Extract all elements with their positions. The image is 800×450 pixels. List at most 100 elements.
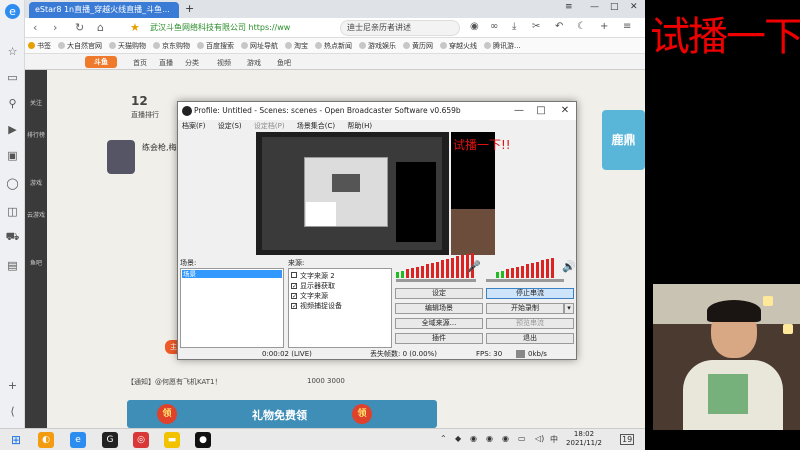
clock[interactable]: 18:02 2021/11/2 xyxy=(564,430,604,448)
streamer-avatar[interactable] xyxy=(107,140,135,174)
bookmark-item[interactable]: 热点新闻 xyxy=(315,41,352,51)
microphone-icon[interactable]: 🎤 xyxy=(467,260,481,273)
moon-icon[interactable]: ☾ xyxy=(577,21,586,32)
bookmark-item[interactable]: 穿越火线 xyxy=(440,41,477,51)
nav-home[interactable]: 首页 xyxy=(133,58,147,68)
tv-icon[interactable]: ▣ xyxy=(5,148,20,163)
edit-scene-button[interactable]: 编辑场景 xyxy=(395,303,483,314)
download-icon[interactable]: ⤓ xyxy=(512,21,516,32)
undo-icon[interactable]: ↶ xyxy=(555,21,563,32)
obs-minimize-icon[interactable]: — xyxy=(508,102,530,120)
source-item[interactable]: 文字来源 2 xyxy=(291,271,335,281)
bag-icon[interactable]: ◫ xyxy=(5,204,20,219)
nav-video[interactable]: 视频 xyxy=(217,58,231,68)
more-icon[interactable]: ≡ xyxy=(623,21,631,32)
global-sources-button[interactable]: 全域来源... xyxy=(395,318,483,329)
add-icon[interactable]: + xyxy=(5,378,20,393)
app-netease-icon[interactable]: ◎ xyxy=(133,432,149,448)
douyu-logo[interactable]: 斗鱼 xyxy=(85,56,117,68)
nav-live[interactable]: 直播 xyxy=(159,58,173,68)
network-icon[interactable]: ▭ xyxy=(518,434,526,443)
refresh-icon[interactable]: ↻ xyxy=(75,21,84,34)
star-icon[interactable]: ☆ xyxy=(5,44,20,59)
bookmark-item[interactable]: 游戏娱乐 xyxy=(359,41,396,51)
gamepad-icon[interactable]: ◉ xyxy=(470,21,479,32)
source-item[interactable]: ✓ 视频捕捉设备 xyxy=(291,301,342,311)
rail-game[interactable]: 游戏 xyxy=(27,178,45,187)
menu-profile[interactable]: 档案(F) xyxy=(182,122,206,130)
chat-icon[interactable]: ◯ xyxy=(5,176,20,191)
bookmark-item[interactable]: 大自然官网 xyxy=(58,41,102,51)
menu-profiles[interactable]: 设定档(P) xyxy=(254,122,285,130)
source-checkbox[interactable] xyxy=(291,272,297,278)
free-gift-banner[interactable]: 领 礼物免费领 领 xyxy=(127,400,437,428)
app-g-icon[interactable]: G xyxy=(102,432,118,448)
plus-icon[interactable]: + xyxy=(600,21,608,32)
tray-app3-icon[interactable]: ◉ xyxy=(502,434,509,443)
video-icon[interactable]: ▶ xyxy=(5,122,20,137)
bookmark-star-icon[interactable]: ★ xyxy=(130,21,140,34)
new-tab-icon[interactable]: + xyxy=(185,2,194,15)
plugins-button[interactable]: 插件 xyxy=(395,333,483,344)
desktop-volume-slider[interactable] xyxy=(486,279,564,282)
app-browser-icon[interactable]: ◐ xyxy=(38,432,54,448)
obs-maximize-icon[interactable]: □ xyxy=(530,102,552,120)
source-checkbox[interactable]: ✓ xyxy=(291,303,297,310)
scene-list[interactable]: 场景 xyxy=(180,268,284,348)
source-item[interactable]: ✓ 显示器获取 xyxy=(291,281,335,291)
source-checkbox[interactable]: ✓ xyxy=(291,293,297,300)
nav-category[interactable]: 分类 xyxy=(185,58,199,68)
maximize-icon[interactable]: □ xyxy=(610,2,619,12)
bookmark-item[interactable]: 网址导航 xyxy=(241,41,278,51)
rail-cloudgame[interactable]: 云游戏 xyxy=(27,210,45,219)
ime-icon[interactable]: 中 xyxy=(550,434,558,445)
rail-fishbar[interactable]: 鱼吧 xyxy=(27,258,45,267)
menu-scene-collection[interactable]: 场景集合(C) xyxy=(297,122,335,130)
rail-follow[interactable]: 关注 xyxy=(27,98,45,107)
nav-game[interactable]: 游戏 xyxy=(247,58,261,68)
rail-rank[interactable]: 排行榜 xyxy=(27,130,45,139)
source-checkbox[interactable]: ✓ xyxy=(291,283,297,290)
search-input[interactable]: 迪士尼亲历者讲述 xyxy=(340,20,460,36)
tray-app-icon[interactable]: ◉ xyxy=(470,434,477,443)
start-record-button[interactable]: 开始录制 xyxy=(486,303,564,314)
infinity-icon[interactable]: ∞ xyxy=(490,21,498,32)
mic-volume-slider[interactable] xyxy=(396,279,476,282)
app-obs-icon[interactable]: ● xyxy=(195,432,211,448)
stop-stream-button[interactable]: 停止串流 xyxy=(486,288,574,299)
book-icon[interactable]: ▭ xyxy=(5,70,20,85)
bookmark-item[interactable]: 京东购物 xyxy=(153,41,190,51)
settings-button[interactable]: 设定 xyxy=(395,288,483,299)
url-field[interactable]: 武汉斗鱼网络科技有限公司 https://ww xyxy=(150,20,330,36)
tray-app2-icon[interactable]: ◉ xyxy=(486,434,493,443)
preview-stream-button[interactable]: 预览串流 xyxy=(486,318,574,329)
menu-icon[interactable]: ≡ xyxy=(565,2,573,12)
nav-fishbar[interactable]: 鱼吧 xyxy=(277,58,291,68)
bookmark-item[interactable]: 腾讯游... xyxy=(484,41,521,51)
obs-titlebar[interactable]: Profile: Untitled - Scenes: scenes - Ope… xyxy=(178,102,576,120)
forward-icon[interactable]: › xyxy=(53,21,57,34)
cart-icon[interactable]: ⛟ xyxy=(5,230,20,245)
note-icon[interactable]: ▤ xyxy=(5,258,20,273)
bookmark-item[interactable]: 淘宝 xyxy=(285,41,308,51)
close-icon[interactable]: ✕ xyxy=(630,2,638,12)
browser-logo-icon[interactable]: e xyxy=(5,4,20,19)
right-ad[interactable]: 鹿鼎 xyxy=(602,110,645,170)
tray-bug-icon[interactable]: ◆ xyxy=(455,434,461,443)
source-list[interactable]: 文字来源 2 ✓ 显示器获取 ✓ 文字来源 ✓ 视频捕捉设备 xyxy=(288,268,392,348)
bookmark-item[interactable]: 书签 xyxy=(28,41,51,51)
file-explorer-icon[interactable]: ▬ xyxy=(164,432,180,448)
menu-settings[interactable]: 设定(S) xyxy=(218,122,242,130)
tray-up-icon[interactable]: ⌃ xyxy=(440,434,447,443)
volume-icon[interactable]: ◁) xyxy=(535,434,544,443)
scene-item[interactable]: 场景 xyxy=(182,270,282,278)
bookmark-item[interactable]: 天猫购物 xyxy=(109,41,146,51)
notification-icon[interactable]: 19 xyxy=(620,434,635,445)
speaker-icon[interactable]: 🔊 xyxy=(562,260,576,273)
record-dropdown-icon[interactable]: ▾ xyxy=(564,303,574,314)
app-edge-icon[interactable]: e xyxy=(70,432,86,448)
tab-active[interactable]: eStar8 1n直播_穿越火线直播_斗鱼... xyxy=(29,2,179,18)
start-icon[interactable]: ⊞ xyxy=(8,432,24,448)
home-icon[interactable]: ⌂ xyxy=(97,21,104,34)
menu-help[interactable]: 帮助(H) xyxy=(347,122,372,130)
